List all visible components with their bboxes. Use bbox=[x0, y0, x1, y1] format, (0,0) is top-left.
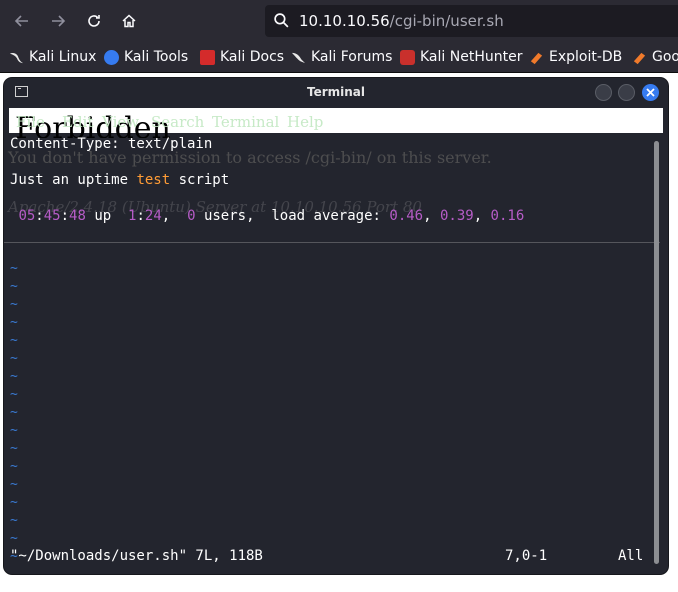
terminal-content[interactable]: You don't have permission to access /cgi… bbox=[4, 133, 668, 574]
maximize-button[interactable] bbox=[618, 84, 635, 101]
tilde-marker: ~ bbox=[10, 369, 18, 384]
bookmark-exploit-db[interactable]: Exploit-DB bbox=[529, 48, 622, 66]
menu-help[interactable]: Help bbox=[287, 113, 323, 131]
bookmark-kali-nethunter[interactable]: Kali NetHunter bbox=[400, 48, 522, 66]
bookmarks-toolbar: Kali Linux Kali Tools Kali Docs Kali For… bbox=[0, 42, 678, 73]
back-button[interactable] bbox=[7, 6, 37, 36]
nethunter-icon bbox=[400, 49, 415, 65]
content-type-line: Content-Type: text/plain bbox=[10, 136, 213, 152]
forward-arrow-icon bbox=[52, 15, 66, 27]
menu-terminal[interactable]: Terminal bbox=[212, 113, 279, 131]
url-text: 10.10.10.56/cgi-bin/user.sh bbox=[299, 12, 504, 30]
tilde-marker: ~ bbox=[10, 477, 18, 492]
bookmark-label: Exploit-DB bbox=[549, 49, 623, 65]
forward-button[interactable] bbox=[43, 6, 73, 36]
reload-icon bbox=[88, 15, 100, 27]
menu-edit[interactable]: Edit bbox=[62, 113, 93, 131]
page-divider bbox=[4, 242, 660, 243]
exploit-db-icon bbox=[530, 52, 543, 64]
kali-dragon-icon bbox=[9, 52, 24, 63]
bookmark-label: Kali Linux bbox=[29, 49, 97, 65]
tilde-marker: ~ bbox=[10, 441, 18, 456]
bookmark-label: Goo bbox=[652, 49, 678, 65]
url-bar[interactable]: 10.10.10.56/cgi-bin/user.sh bbox=[265, 5, 678, 37]
back-arrow-icon bbox=[14, 15, 28, 27]
home-icon bbox=[122, 14, 136, 28]
vim-status-position: 7,0-1 bbox=[505, 548, 548, 564]
menu-view[interactable]: View bbox=[102, 113, 139, 131]
search-icon bbox=[274, 13, 289, 28]
minimize-button[interactable] bbox=[595, 84, 612, 101]
terminal-titlebar[interactable]: Terminal bbox=[4, 78, 668, 108]
kali-docs-icon bbox=[200, 49, 215, 65]
terminal-menubar: Forbidden File Edit View Search Terminal… bbox=[9, 108, 663, 138]
bookmark-label: Kali Docs bbox=[220, 49, 285, 65]
tilde-marker: ~ bbox=[10, 423, 18, 438]
bookmark-label: Kali Tools bbox=[124, 49, 189, 65]
tilde-marker: ~ bbox=[10, 333, 18, 348]
bookmark-kali-forums[interactable]: Kali Forums bbox=[291, 48, 392, 66]
exploit-db-icon bbox=[633, 52, 646, 64]
uptime-line: 05:45:48 up 1:24, 0 users, load average:… bbox=[18, 208, 525, 224]
home-button[interactable] bbox=[114, 6, 144, 36]
reload-button[interactable] bbox=[79, 6, 109, 36]
vim-status-file: "~/Downloads/user.sh" 7L, 118B bbox=[10, 548, 263, 564]
tilde-marker: ~ bbox=[10, 315, 18, 330]
close-icon bbox=[646, 88, 655, 97]
tilde-marker: ~ bbox=[10, 387, 18, 402]
tilde-marker: ~ bbox=[10, 297, 18, 312]
bookmark-kali-linux[interactable]: Kali Linux bbox=[9, 48, 96, 66]
tilde-marker: ~ bbox=[10, 459, 18, 474]
tilde-marker: ~ bbox=[10, 351, 18, 366]
terminal-title: Terminal bbox=[306, 85, 366, 99]
tilde-marker: ~ bbox=[10, 261, 18, 276]
tilde-marker: ~ bbox=[10, 531, 18, 546]
kali-forums-icon bbox=[291, 52, 306, 63]
vim-status-scroll: All bbox=[618, 548, 644, 564]
close-button[interactable] bbox=[642, 84, 659, 101]
bookmark-label: Kali Forums bbox=[311, 49, 393, 65]
tilde-marker: ~ bbox=[10, 513, 18, 528]
bookmark-google[interactable]: Goo bbox=[632, 48, 678, 66]
kali-tools-icon bbox=[104, 49, 119, 65]
terminal-window: Terminal Forbidden File Edit View Search… bbox=[4, 78, 668, 574]
browser-toolbar: 10.10.10.56/cgi-bin/user.sh bbox=[0, 0, 678, 42]
tilde-marker: ~ bbox=[10, 279, 18, 294]
script-description-line: Just an uptime test script bbox=[10, 172, 230, 188]
menu-file[interactable]: File bbox=[16, 113, 45, 131]
bookmark-kali-tools[interactable]: Kali Tools bbox=[104, 48, 188, 66]
tilde-marker: ~ bbox=[10, 495, 18, 510]
tilde-marker: ~ bbox=[10, 405, 18, 420]
scrollbar[interactable] bbox=[654, 141, 659, 564]
bookmark-kali-docs[interactable]: Kali Docs bbox=[200, 48, 284, 66]
bookmark-label: Kali NetHunter bbox=[420, 49, 523, 65]
menu-search[interactable]: Search bbox=[151, 113, 204, 131]
